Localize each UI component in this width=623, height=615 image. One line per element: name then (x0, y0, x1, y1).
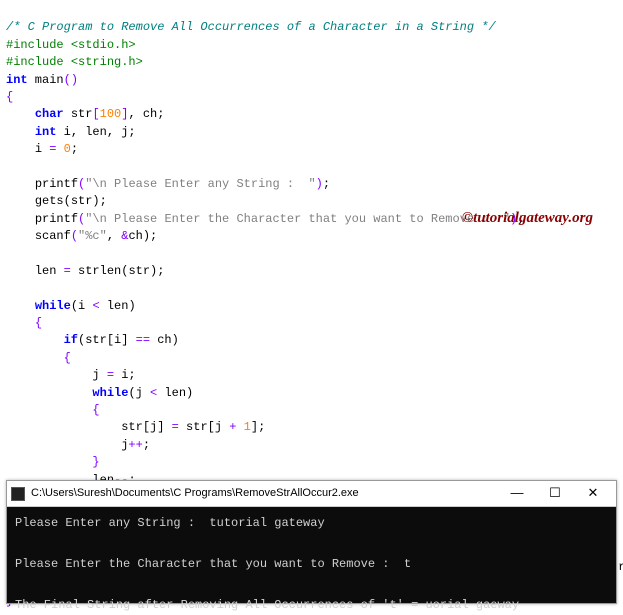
console-line: Please Enter any String : tutorial gatew… (15, 516, 325, 530)
fn-printf: printf (35, 177, 78, 191)
console-line: The Final String after Removing All Occu… (15, 598, 519, 612)
console-output: Please Enter any String : tutorial gatew… (7, 507, 616, 603)
keyword-char: char (35, 107, 64, 121)
keyword-int: int (6, 73, 28, 87)
fn-printf: printf (35, 212, 78, 226)
console-title-bar[interactable]: C:\Users\Suresh\Documents\C Programs\Rem… (7, 481, 616, 507)
brace: { (92, 403, 99, 417)
keyword-while: while (35, 299, 71, 313)
brace: { (64, 351, 71, 365)
console-icon (11, 487, 25, 501)
identifier: main (28, 73, 64, 87)
minimize-button[interactable]: — (498, 481, 536, 507)
brace: { (35, 316, 42, 330)
fn-gets: gets (35, 194, 64, 208)
keyword-while: while (92, 386, 128, 400)
include-directive: #include <stdio.h> (6, 38, 136, 52)
include-directive: #include <string.h> (6, 55, 143, 69)
watermark-text: ©tutorialgateway.org (462, 208, 593, 230)
comment-line: /* C Program to Remove All Occurrences o… (6, 20, 496, 34)
console-title-text: C:\Users\Suresh\Documents\C Programs\Rem… (31, 486, 498, 502)
maximize-button[interactable]: ☐ (536, 481, 574, 507)
console-line: Please Enter the Character that you want… (15, 557, 411, 571)
fn-scanf: scanf (35, 229, 71, 243)
keyword-if: if (64, 333, 78, 347)
brace: } (92, 455, 99, 469)
close-button[interactable]: ✕ (574, 481, 612, 507)
parens: () (64, 73, 78, 87)
keyword-int: int (35, 125, 57, 139)
console-window: C:\Users\Suresh\Documents\C Programs\Rem… (6, 480, 617, 604)
brace: { (6, 90, 13, 104)
